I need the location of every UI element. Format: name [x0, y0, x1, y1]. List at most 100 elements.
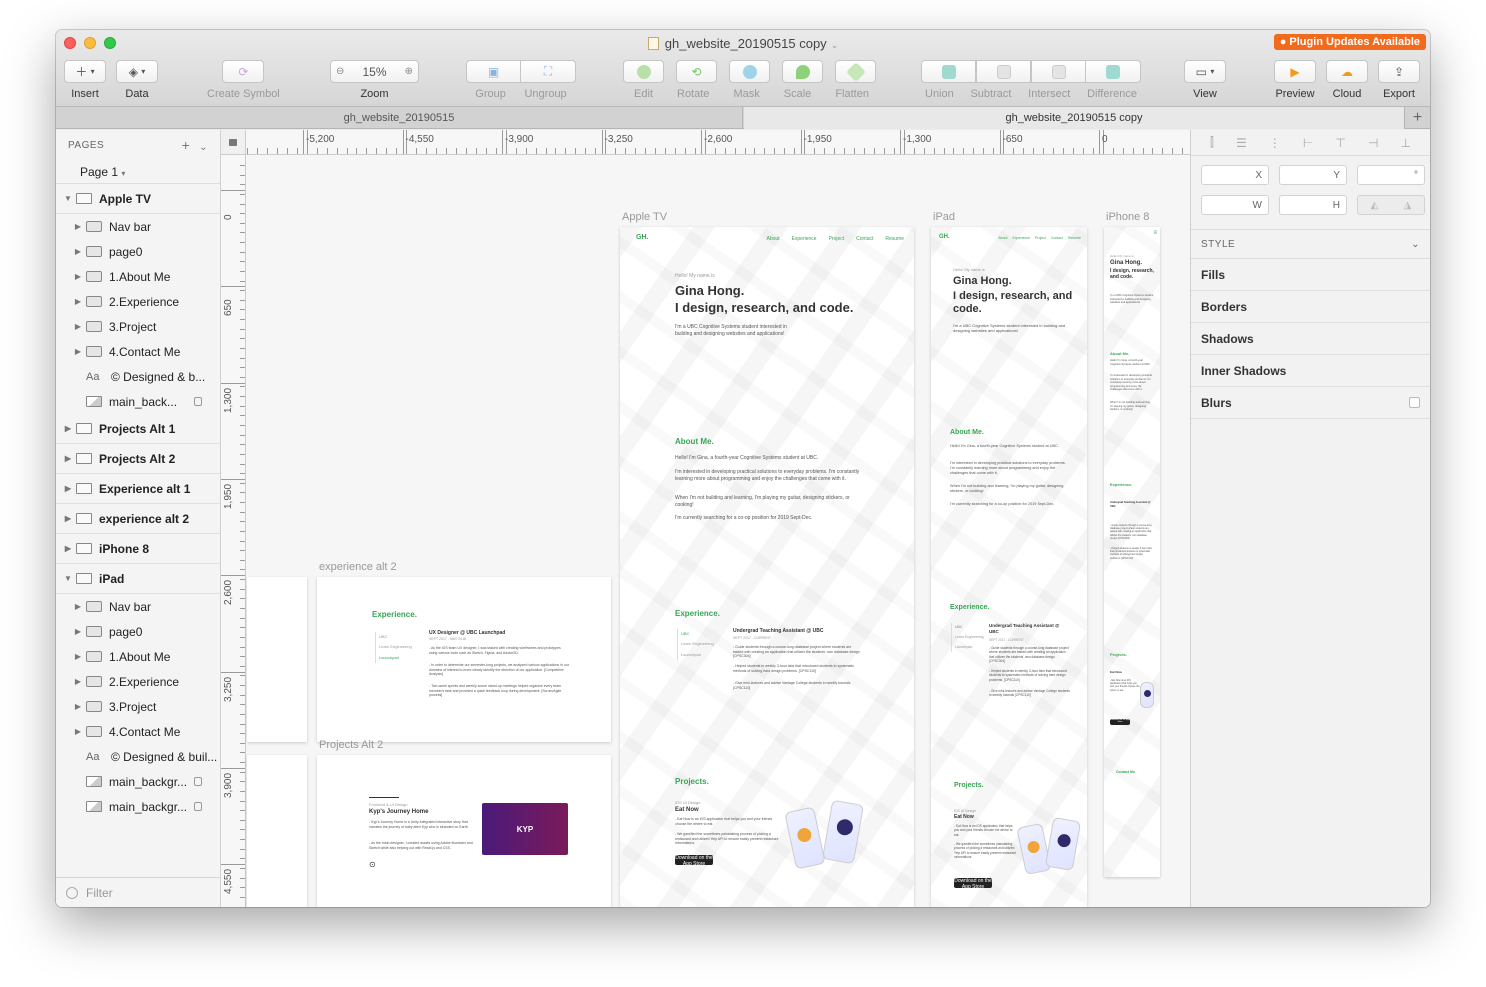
flip-horizontal-icon[interactable]: ◭: [1371, 200, 1379, 211]
distribute-horizontal-icon[interactable]: ⋮: [1269, 136, 1281, 150]
height-field[interactable]: H: [1279, 195, 1347, 215]
inner-shadows-section[interactable]: Inner Shadows: [1191, 355, 1430, 387]
data-tool[interactable]: ◈ ▾ Data: [116, 60, 158, 100]
scale-button[interactable]: [782, 60, 823, 83]
app-store-badge[interactable]: Download on the App Store: [954, 878, 992, 890]
plugin-updates-badge[interactable]: ● Plugin Updates Available: [1273, 34, 1426, 50]
menu-icon[interactable]: ≡: [1153, 230, 1157, 236]
cloud-button[interactable]: ☁: [1326, 60, 1368, 83]
align-right-icon[interactable]: ⊢: [1303, 136, 1313, 150]
disclosure-closed-icon[interactable]: ▶: [64, 454, 72, 463]
ruler-lock[interactable]: [221, 130, 246, 155]
preview-tool[interactable]: ▶ Preview: [1274, 60, 1316, 100]
artboard-projects-alt-2[interactable]: Frontend & UI Design Kyp's Journey Home …: [317, 755, 611, 907]
rotate-button[interactable]: ⟲: [676, 60, 717, 83]
zoom-value[interactable]: 15%: [362, 65, 386, 79]
union-button[interactable]: [921, 60, 976, 83]
github-icon[interactable]: ⊙: [369, 860, 376, 869]
disclosure-closed-icon[interactable]: ▶: [74, 222, 82, 231]
tab-document-copy[interactable]: gh_website_20190515 copy: [744, 107, 1404, 129]
blur-checkbox[interactable]: [1409, 397, 1420, 408]
borders-section[interactable]: Borders: [1191, 291, 1430, 323]
disclosure-closed-icon[interactable]: ▶: [74, 272, 82, 281]
disclosure-closed-icon[interactable]: ▶: [64, 424, 72, 433]
layer-item[interactable]: ▶ 1.About Me: [56, 644, 220, 669]
layer-item[interactable]: ▶ 4.Contact Me: [56, 339, 220, 364]
align-center-icon[interactable]: ☰: [1236, 136, 1247, 150]
artboard-experience-alt-1[interactable]: [247, 577, 307, 742]
layer-item[interactable]: Aa © Designed & b...: [56, 364, 220, 389]
tab-document[interactable]: gh_website_20190515: [56, 107, 743, 129]
disclosure-closed-icon[interactable]: ▶: [74, 677, 82, 686]
artboard-projects-alt-1[interactable]: [247, 755, 307, 907]
blurs-section[interactable]: Blurs: [1191, 387, 1430, 419]
page-item-current[interactable]: Page 1 ▾: [56, 160, 220, 184]
disclosure-closed-icon[interactable]: ▶: [74, 297, 82, 306]
layer-item[interactable]: Aa © Designed & buil...: [56, 744, 220, 769]
zoom-control[interactable]: ⊖ 15% ⊕: [330, 60, 419, 83]
layer-item[interactable]: ▶ 1.About Me: [56, 264, 220, 289]
style-section-header[interactable]: STYLE ⌄: [1191, 229, 1430, 259]
layer-item[interactable]: ▶ Nav bar: [56, 594, 220, 619]
artboard-label-experience-alt-2[interactable]: experience alt 2: [319, 561, 397, 573]
disclosure-closed-icon[interactable]: ▶: [74, 322, 82, 331]
y-field[interactable]: Y: [1279, 165, 1347, 185]
window-title[interactable]: gh_website_20190515 copy ⌄: [56, 36, 1430, 51]
artboard-apple-tv[interactable]: GH. About Experience Project Contact Resume …: [620, 227, 914, 907]
canvas[interactable]: -5,200 -4,550 -3,900 -3,250 -2,600 -1,950 -1,3…: [221, 130, 1190, 907]
disclosure-closed-icon[interactable]: ▶: [64, 484, 72, 493]
export-tool[interactable]: ⇪ Export: [1378, 60, 1420, 100]
subtract-button[interactable]: [976, 60, 1031, 83]
layer-item[interactable]: main_backgr...: [56, 794, 220, 819]
cloud-tool[interactable]: ☁ Cloud: [1326, 60, 1368, 100]
new-tab-button[interactable]: +: [1404, 107, 1430, 129]
intersect-button[interactable]: [1031, 60, 1086, 83]
add-page-icon[interactable]: +: [182, 137, 191, 153]
mask-button[interactable]: [729, 60, 770, 83]
layer-artboard[interactable]: ▶ Projects Alt 2: [56, 444, 220, 474]
align-top-icon[interactable]: ⊤: [1335, 136, 1345, 150]
align-bottom-icon[interactable]: ⊥: [1400, 136, 1410, 150]
layer-artboard[interactable]: ▼ iPad: [56, 564, 220, 594]
rotation-field[interactable]: °: [1357, 165, 1425, 185]
artboard-label-iphone-8[interactable]: iPhone 8: [1106, 211, 1149, 223]
disclosure-closed-icon[interactable]: ▶: [64, 514, 72, 523]
layer-item[interactable]: main_backgr...: [56, 769, 220, 794]
disclosure-closed-icon[interactable]: ▶: [74, 627, 82, 636]
lock-icon[interactable]: [194, 397, 202, 406]
ungroup-button[interactable]: ⛶: [521, 60, 576, 83]
disclosure-closed-icon[interactable]: ▶: [64, 544, 72, 553]
lock-icon[interactable]: [194, 777, 202, 786]
fills-section[interactable]: Fills: [1191, 259, 1430, 291]
x-field[interactable]: X: [1201, 165, 1269, 185]
export-button[interactable]: ⇪: [1378, 60, 1420, 83]
preview-button[interactable]: ▶: [1274, 60, 1316, 83]
artboard-label-apple-tv[interactable]: Apple TV: [622, 211, 667, 223]
disclosure-closed-icon[interactable]: ▶: [74, 602, 82, 611]
layer-item[interactable]: ▶ Nav bar: [56, 214, 220, 239]
layer-artboard[interactable]: ▼ Apple TV: [56, 184, 220, 214]
collapse-pages-icon[interactable]: ⌄: [199, 142, 208, 153]
layer-artboard[interactable]: ▶ Projects Alt 1: [56, 414, 220, 444]
disclosure-open-icon[interactable]: ▼: [64, 574, 72, 583]
artboard-iphone-8[interactable]: ≡ Hello! My name is Gina Hong. I design,…: [1104, 227, 1160, 877]
create-symbol-button[interactable]: ⟳: [222, 60, 265, 83]
layer-item[interactable]: ▶ 2.Experience: [56, 669, 220, 694]
disclosure-closed-icon[interactable]: ▶: [74, 702, 82, 711]
difference-button[interactable]: [1086, 60, 1141, 83]
layer-filter[interactable]: Filter: [56, 877, 221, 907]
zoom-out-icon[interactable]: ⊖: [336, 66, 344, 77]
disclosure-closed-icon[interactable]: ▶: [74, 247, 82, 256]
layer-item[interactable]: ▶ 3.Project: [56, 694, 220, 719]
layer-item[interactable]: ▶ 2.Experience: [56, 289, 220, 314]
layer-item[interactable]: ▶ 4.Contact Me: [56, 719, 220, 744]
shadows-section[interactable]: Shadows: [1191, 323, 1430, 355]
layer-item[interactable]: ▶ page0: [56, 239, 220, 264]
horizontal-ruler[interactable]: -5,200 -4,550 -3,900 -3,250 -2,600 -1,950 -1,3…: [221, 130, 1190, 155]
disclosure-closed-icon[interactable]: ▶: [74, 652, 82, 661]
app-store-badge[interactable]: Download on the App Store: [675, 855, 713, 867]
insert-tool[interactable]: ＋ ▾ Insert: [64, 60, 106, 100]
layer-item[interactable]: ▶ page0: [56, 619, 220, 644]
align-left-icon[interactable]: ⫿: [1210, 135, 1214, 150]
align-middle-icon[interactable]: ⊣: [1368, 136, 1378, 150]
